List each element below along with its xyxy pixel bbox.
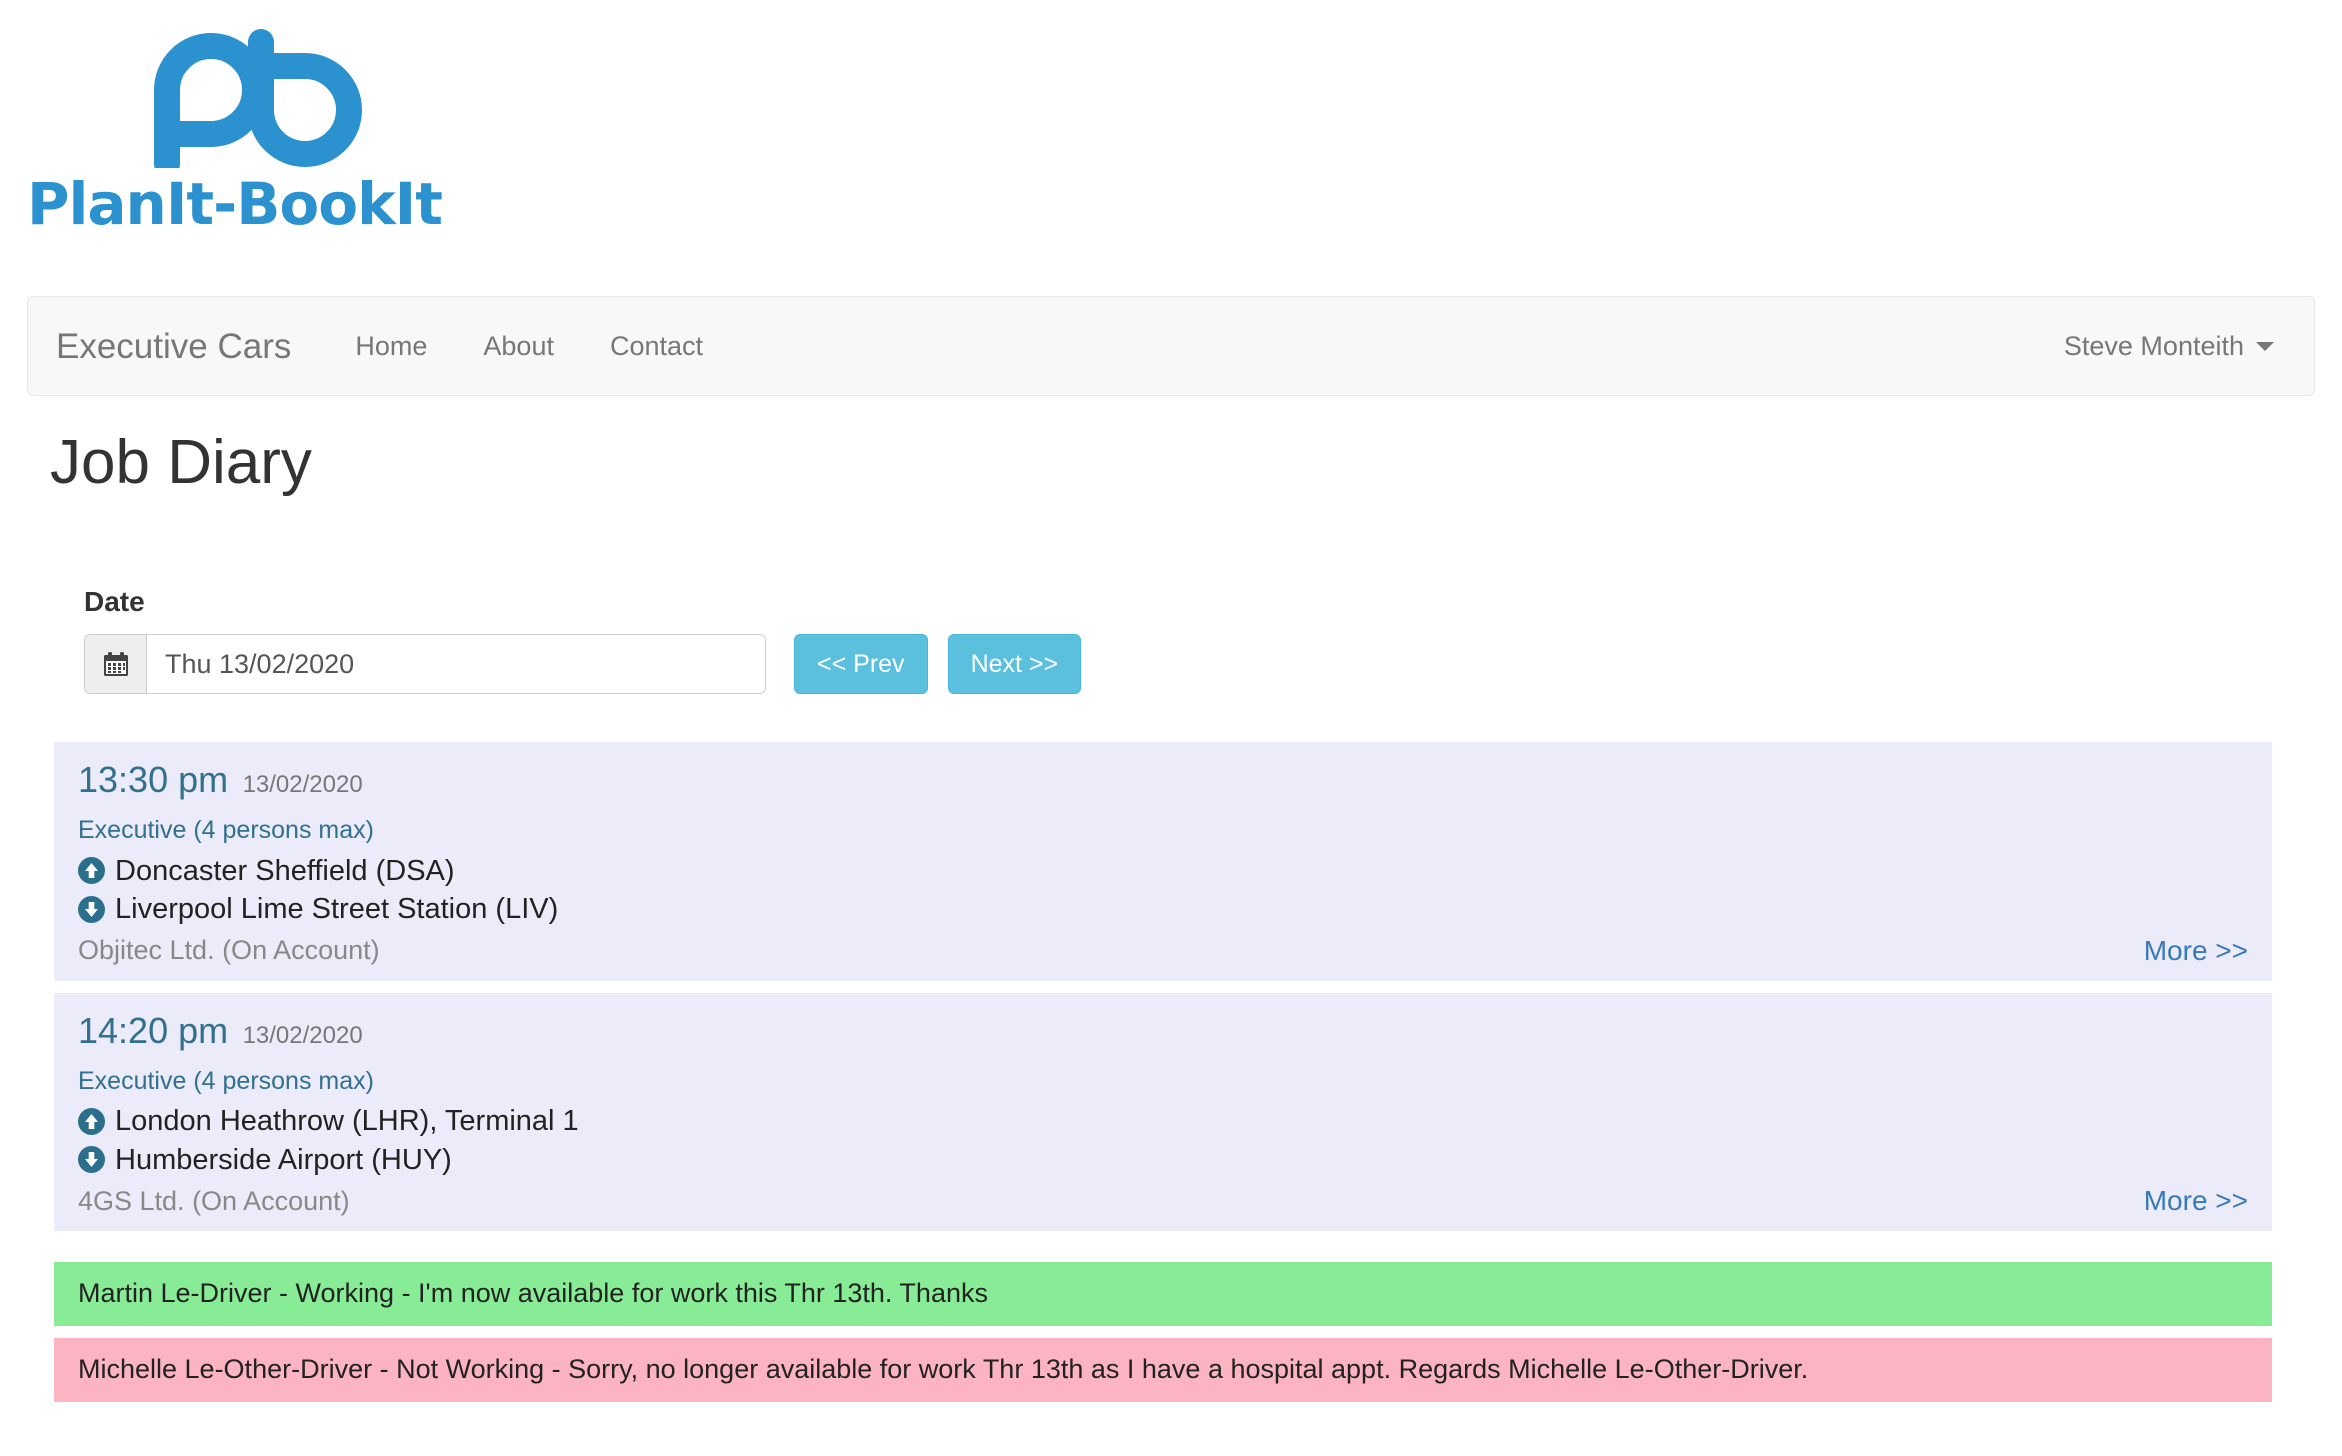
job-time-row: 14:20 pm 13/02/2020 [78, 1009, 2248, 1051]
job-time: 14:20 pm [78, 1009, 229, 1051]
nav-link-about[interactable]: About [455, 331, 582, 362]
user-menu-dropdown[interactable]: Steve Monteith [2064, 331, 2274, 362]
job-pickup-row: London Heathrow (LHR), Terminal 1 [78, 1102, 2248, 1140]
driver-alert-list: Martin Le-Driver - Working - I'm now ava… [54, 1262, 2272, 1414]
chevron-down-icon [2256, 341, 2274, 351]
user-menu-label: Steve Monteith [2063, 330, 2244, 361]
app-logo: PlanIt-BookIt [27, 10, 497, 250]
prev-day-button[interactable]: << Prev [794, 634, 928, 694]
job-date: 13/02/2020 [242, 1021, 363, 1049]
job-list: 13:30 pm 13/02/2020 Executive (4 persons… [54, 742, 2272, 1243]
date-controls-row: << Prev Next >> [84, 634, 1184, 694]
date-filter-group: Date Thu 13/02/2020 << Prev Next >> [84, 588, 1184, 708]
logo-wordmark: PlanIt-BookIt [27, 170, 443, 238]
job-footer: 4GS Ltd. (On Account) More >> [78, 1185, 2248, 1217]
planit-bookit-mark-icon [149, 28, 369, 177]
job-pickup-row: Doncaster Sheffield (DSA) [78, 852, 2248, 890]
job-time-row: 13:30 pm 13/02/2020 [78, 762, 2248, 798]
job-pickup-label: London Heathrow (LHR), Terminal 1 [115, 1105, 579, 1138]
job-diary-page: PlanIt-BookIt Executive Cars Home About … [0, 0, 2342, 1456]
arrow-down-circle-icon [78, 895, 105, 923]
job-vehicle-type[interactable]: Executive (4 persons max) [78, 1065, 2248, 1099]
job-card[interactable]: 13:30 pm 13/02/2020 Executive (4 persons… [54, 742, 2272, 981]
navbar-right: Steve Monteith [2064, 331, 2274, 362]
navbar-links: Home About Contact [327, 331, 731, 362]
job-card[interactable]: 14:20 pm 13/02/2020 Executive (4 persons… [54, 992, 2272, 1232]
job-more-link[interactable]: More >> [2144, 1185, 2248, 1217]
date-input[interactable] [146, 634, 766, 694]
page-title: Job Diary [50, 428, 312, 497]
date-label: Date [84, 586, 145, 617]
job-vehicle-type[interactable]: Executive (4 persons max) [78, 814, 2248, 848]
job-footer: Objitec Ltd. (On Account) More >> [78, 934, 2248, 966]
navbar-brand[interactable]: Executive Cars [56, 329, 291, 364]
job-date: 13/02/2020 [242, 771, 363, 798]
arrow-up-circle-icon [78, 857, 105, 885]
date-input-group [84, 634, 766, 694]
job-time: 13:30 pm [78, 759, 229, 800]
driver-alert-not-working[interactable]: Michelle Le-Other-Driver - Not Working -… [54, 1337, 2272, 1402]
job-more-link[interactable]: More >> [2144, 935, 2248, 967]
calendar-icon[interactable] [84, 634, 146, 694]
job-pickup-label: Doncaster Sheffield (DSA) [115, 854, 455, 887]
main-navbar: Executive Cars Home About Contact Steve … [27, 296, 2315, 396]
arrow-down-circle-icon [78, 1146, 105, 1174]
job-dropoff-row: Humberside Airport (HUY) [78, 1141, 2248, 1179]
next-day-button[interactable]: Next >> [947, 634, 1082, 694]
nav-link-home[interactable]: Home [327, 331, 455, 362]
job-client: 4GS Ltd. (On Account) [78, 1185, 350, 1216]
nav-link-contact[interactable]: Contact [582, 331, 731, 362]
driver-alert-working[interactable]: Martin Le-Driver - Working - I'm now ava… [54, 1262, 2272, 1326]
job-dropoff-row: Liverpool Lime Street Station (LIV) [78, 890, 2248, 928]
job-dropoff-label: Liverpool Lime Street Station (LIV) [115, 893, 559, 926]
job-dropoff-label: Humberside Airport (HUY) [115, 1143, 452, 1176]
arrow-up-circle-icon [78, 1108, 105, 1136]
job-client: Objitec Ltd. (On Account) [78, 935, 380, 966]
